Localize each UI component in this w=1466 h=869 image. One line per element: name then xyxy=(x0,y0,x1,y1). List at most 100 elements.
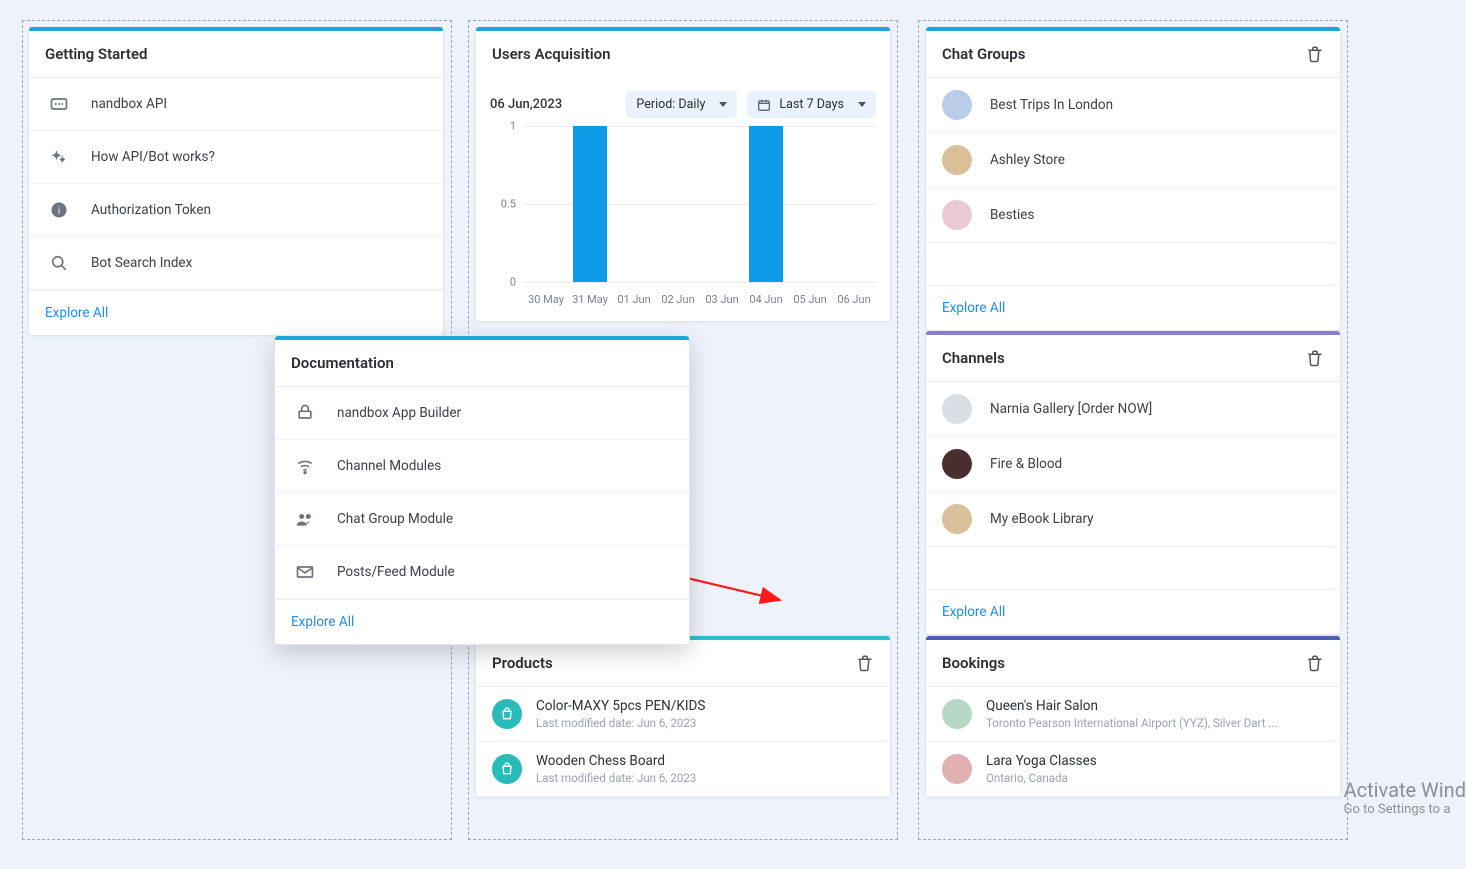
card-accent xyxy=(29,27,443,31)
getting-started-explore-all[interactable]: Explore All xyxy=(29,290,443,335)
card-products: Products Color-MAXY 5pcs PEN/KIDS Last m… xyxy=(475,635,891,798)
list-label: How API/Bot works? xyxy=(91,149,215,165)
builder-icon xyxy=(291,399,319,427)
booking-item[interactable]: Lara Yoga Classes Ontario, Canada xyxy=(926,742,1340,797)
range-select[interactable]: Last 7 Days xyxy=(747,91,876,118)
list-label: Bot Search Index xyxy=(91,255,192,271)
card-header-getting-started: Getting Started xyxy=(29,27,443,78)
card-chat-groups: Chat Groups Best Trips In London Ashley … xyxy=(925,26,1341,331)
card-header-channels: Channels xyxy=(926,331,1340,382)
bar xyxy=(573,126,607,282)
x-tick: 30 May xyxy=(524,293,568,306)
product-subtitle: Last modified date: Jun 6, 2023 xyxy=(536,771,696,785)
people-icon xyxy=(291,505,319,533)
info-icon: i xyxy=(45,196,73,224)
card-accent xyxy=(476,27,890,31)
avatar xyxy=(942,449,972,479)
bar-slot xyxy=(788,126,832,282)
card-title: Channels xyxy=(942,349,1005,367)
list-label: nandbox API xyxy=(91,96,167,112)
api-icon xyxy=(45,90,73,118)
calendar-icon xyxy=(757,98,771,112)
card-getting-started: Getting Started nandbox API How API/Bot … xyxy=(28,26,444,336)
chat-group-item[interactable]: Ashley Store xyxy=(926,133,1340,188)
avatar xyxy=(942,90,972,120)
product-item[interactable]: Wooden Chess Board Last modified date: J… xyxy=(476,742,890,797)
product-item[interactable]: Color-MAXY 5pcs PEN/KIDS Last modified d… xyxy=(476,687,890,742)
channel-item[interactable]: My eBook Library xyxy=(926,492,1340,547)
y-tick: 1 xyxy=(510,120,516,133)
getting-started-item-auth[interactable]: i Authorization Token xyxy=(29,184,443,237)
booking-subtitle: Ontario, Canada xyxy=(986,771,1097,785)
watermark-line2: Go to Settings to a xyxy=(1344,802,1466,817)
doc-item-channel[interactable]: Channel Modules xyxy=(275,440,689,493)
list-label: Authorization Token xyxy=(91,202,211,218)
card-header-bookings: Bookings xyxy=(926,636,1340,687)
card-title: Chat Groups xyxy=(942,45,1025,63)
card-channels: Channels Narnia Gallery [Order NOW] Fire… xyxy=(925,330,1341,635)
bar-slot xyxy=(612,126,656,282)
getting-started-item-search[interactable]: Bot Search Index xyxy=(29,237,443,290)
doc-item-builder[interactable]: nandbox App Builder xyxy=(275,387,689,440)
bar-slot xyxy=(832,126,876,282)
list-label: Best Trips In London xyxy=(990,97,1113,113)
period-select[interactable]: Period: Daily xyxy=(626,91,737,118)
trash-icon[interactable] xyxy=(1306,654,1324,672)
card-title: Documentation xyxy=(291,354,394,372)
watermark-line1: Activate Wind xyxy=(1344,778,1466,802)
trash-icon[interactable] xyxy=(856,654,874,672)
list-label: Chat Group Module xyxy=(337,511,453,527)
doc-item-posts[interactable]: Posts/Feed Module xyxy=(275,546,689,599)
chat-groups-explore-all[interactable]: Explore All xyxy=(926,285,1340,330)
card-title: Products xyxy=(492,654,553,672)
list-label: Channel Modules xyxy=(337,458,441,474)
chat-group-item[interactable]: Best Trips In London xyxy=(926,78,1340,133)
bar-slot xyxy=(568,126,612,282)
card-header-users: Users Acquisition xyxy=(476,27,890,77)
trash-icon[interactable] xyxy=(1306,349,1324,367)
product-subtitle: Last modified date: Jun 6, 2023 xyxy=(536,716,705,730)
x-tick: 04 Jun xyxy=(744,293,788,306)
y-axis: 1 0.5 0 xyxy=(490,126,520,282)
bar xyxy=(749,126,783,282)
x-tick: 03 Jun xyxy=(700,293,744,306)
channel-item[interactable]: Narnia Gallery [Order NOW] xyxy=(926,382,1340,437)
product-title: Wooden Chess Board xyxy=(536,753,696,769)
card-accent xyxy=(275,336,689,340)
card-accent xyxy=(926,331,1340,335)
card-bookings: Bookings Queen's Hair Salon Toronto Pear… xyxy=(925,635,1341,798)
list-label: Besties xyxy=(990,207,1034,223)
bag-icon xyxy=(492,754,522,784)
avatar xyxy=(942,754,972,784)
booking-item[interactable]: Queen's Hair Salon Toronto Pearson Inter… xyxy=(926,687,1340,742)
card-title: Getting Started xyxy=(45,45,147,63)
chat-group-item[interactable]: Besties xyxy=(926,188,1340,243)
y-tick: 0.5 xyxy=(501,198,516,211)
product-title: Color-MAXY 5pcs PEN/KIDS xyxy=(536,698,705,714)
x-tick: 06 Jun xyxy=(832,293,876,306)
doc-item-chat-group[interactable]: Chat Group Module xyxy=(275,493,689,546)
bag-icon xyxy=(492,699,522,729)
trash-icon[interactable] xyxy=(1306,45,1324,63)
booking-title: Lara Yoga Classes xyxy=(986,753,1097,769)
svg-text:i: i xyxy=(58,206,60,217)
x-tick: 05 Jun xyxy=(788,293,832,306)
list-label: My eBook Library xyxy=(990,511,1094,527)
channel-item[interactable]: Fire & Blood xyxy=(926,437,1340,492)
channels-explore-all[interactable]: Explore All xyxy=(926,589,1340,634)
booking-title: Queen's Hair Salon xyxy=(986,698,1277,714)
booking-subtitle: Toronto Pearson International Airport (Y… xyxy=(986,716,1277,730)
avatar xyxy=(942,699,972,729)
card-documentation[interactable]: Documentation nandbox App Builder Channe… xyxy=(274,335,690,645)
card-users-acquisition: Users Acquisition 06 Jun,2023 Period: Da… xyxy=(475,26,891,322)
getting-started-item-how[interactable]: How API/Bot works? xyxy=(29,131,443,184)
avatar xyxy=(942,200,972,230)
chart-date-label: 06 Jun,2023 xyxy=(490,97,562,112)
card-header-documentation: Documentation xyxy=(275,336,689,387)
card-accent xyxy=(926,636,1340,640)
card-header-chat-groups: Chat Groups xyxy=(926,27,1340,78)
getting-started-item-api[interactable]: nandbox API xyxy=(29,78,443,131)
documentation-explore-all[interactable]: Explore All xyxy=(275,599,689,644)
bar-slot xyxy=(524,126,568,282)
list-label: Ashley Store xyxy=(990,152,1065,168)
